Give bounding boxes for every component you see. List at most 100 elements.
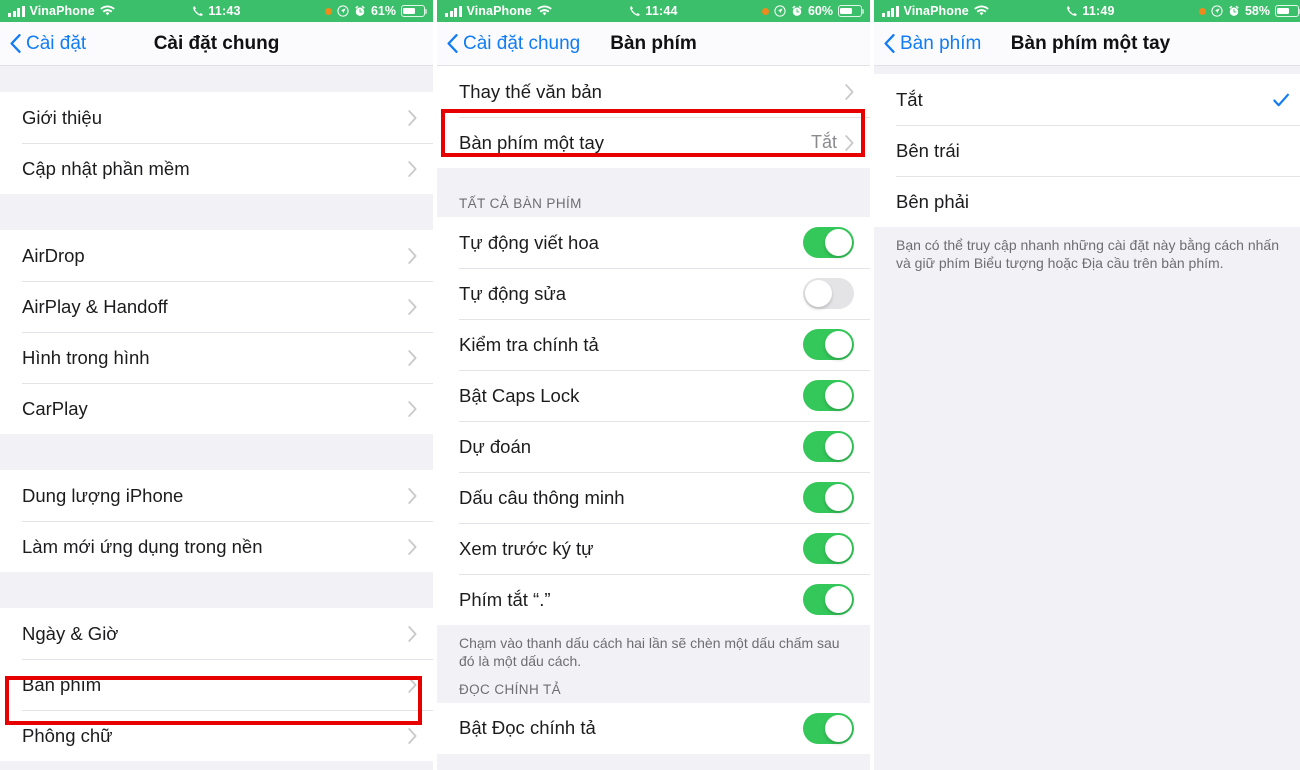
toggle-phim-tat-dot[interactable] bbox=[803, 584, 854, 615]
back-button-label: Cài đặt chung bbox=[463, 32, 581, 54]
section-spacer bbox=[0, 194, 433, 230]
toggle-kiem-tra-chinh-ta[interactable] bbox=[803, 329, 854, 360]
toggle-du-doan[interactable] bbox=[803, 431, 854, 462]
back-button[interactable]: Bàn phím bbox=[884, 33, 981, 55]
row-label: Ngày & Giờ bbox=[22, 622, 119, 644]
status-bar: VinaPhone 11:49 58% bbox=[874, 0, 1300, 22]
row-airdrop[interactable]: AirDrop bbox=[0, 230, 433, 281]
status-right: 61% bbox=[324, 4, 428, 18]
row-xem-truoc-ky-tu[interactable]: Xem trước ký tự bbox=[437, 523, 870, 574]
option-ben-trai[interactable]: Bên trái bbox=[874, 125, 1300, 176]
three-phone-screenshots: VinaPhone 11:43 61% Cài đặt Cài đặt chun… bbox=[0, 0, 1300, 770]
row-label: Hình trong hình bbox=[22, 346, 150, 368]
section-header-dictation: ĐỌC CHÍNH TẢ bbox=[437, 674, 870, 703]
chevron-right-icon bbox=[408, 349, 417, 366]
section-header-all-keyboards: TẤT CẢ BÀN PHÍM bbox=[437, 168, 870, 217]
row-ban-phim[interactable]: Bàn phím bbox=[0, 659, 433, 710]
chevron-right-icon bbox=[408, 109, 417, 126]
screen-keyboard-settings: VinaPhone 11:44 60% Cài đặt chung Bàn ph… bbox=[437, 0, 870, 770]
row-gioi-thieu[interactable]: Giới thiệu bbox=[0, 92, 433, 143]
wifi-icon bbox=[537, 5, 552, 17]
row-label: Phông chữ bbox=[22, 724, 113, 746]
status-left: VinaPhone bbox=[8, 4, 115, 18]
row-label: Giới thiệu bbox=[22, 106, 102, 128]
toggle-bat-doc-chinh-ta[interactable] bbox=[803, 712, 854, 744]
row-label: Dự đoán bbox=[459, 435, 532, 457]
option-ben-phai[interactable]: Bên phải bbox=[874, 176, 1300, 227]
toggle-dau-cau-thong-minh[interactable] bbox=[803, 482, 854, 513]
row-ngay-gio[interactable]: Ngày & Giờ bbox=[0, 608, 433, 659]
back-button-label: Bàn phím bbox=[900, 32, 982, 54]
orange-dot-icon bbox=[1198, 7, 1206, 15]
status-right: 58% bbox=[1198, 4, 1300, 18]
option-label: Bên trái bbox=[896, 139, 960, 161]
nav-bar: Bàn phím Bàn phím một tay bbox=[874, 22, 1300, 66]
battery-icon bbox=[838, 5, 865, 17]
row-tu-dong-sua[interactable]: Tự động sửa bbox=[437, 268, 870, 319]
row-kiem-tra-chinh-ta[interactable]: Kiểm tra chính tả bbox=[437, 319, 870, 370]
settings-list[interactable]: Giới thiệu Cập nhật phần mềm AirDrop Air… bbox=[0, 66, 433, 770]
location-arrow-icon bbox=[337, 5, 349, 17]
footer-note-period-shortcut: Chạm vào thanh dấu cách hai lần sẽ chèn … bbox=[437, 625, 870, 675]
option-label: Tắt bbox=[896, 88, 923, 110]
carrier-label: VinaPhone bbox=[466, 4, 532, 18]
battery-percent-label: 60% bbox=[807, 4, 833, 18]
alarm-clock-icon bbox=[1228, 5, 1240, 17]
row-phim-tat-dot[interactable]: Phím tắt “.” bbox=[437, 574, 870, 625]
row-dau-cau-thong-minh[interactable]: Dấu câu thông minh bbox=[437, 472, 870, 523]
checkmark-icon bbox=[1273, 93, 1289, 106]
toggle-tu-dong-viet-hoa[interactable] bbox=[803, 227, 854, 258]
row-du-doan[interactable]: Dự đoán bbox=[437, 421, 870, 472]
row-carplay[interactable]: CarPlay bbox=[0, 383, 433, 434]
signal-bars-icon bbox=[445, 5, 462, 17]
chevron-right-icon bbox=[408, 625, 417, 642]
toggle-bat-caps-lock[interactable] bbox=[803, 380, 854, 411]
row-lam-moi-ung-dung[interactable]: Làm mới ứng dụng trong nền bbox=[0, 521, 433, 572]
row-airplay-handoff[interactable]: AirPlay & Handoff bbox=[0, 281, 433, 332]
chevron-left-icon bbox=[10, 34, 21, 53]
row-tu-dong-viet-hoa[interactable]: Tự động viết hoa bbox=[437, 217, 870, 268]
settings-group-storage: Dung lượng iPhone Làm mới ứng dụng trong… bbox=[0, 470, 433, 572]
row-bat-caps-lock[interactable]: Bật Caps Lock bbox=[437, 370, 870, 421]
one-handed-options-list[interactable]: Tắt Bên trái Bên phải Bạn có thể truy cậ… bbox=[874, 66, 1300, 770]
row-thay-the-van-ban[interactable]: Thay thế văn bản bbox=[437, 66, 870, 117]
status-left: VinaPhone bbox=[445, 4, 552, 18]
row-ban-phim-mot-tay[interactable]: Bàn phím một tay Tắt bbox=[437, 117, 870, 168]
nav-bar: Cài đặt Cài đặt chung bbox=[0, 22, 433, 66]
chevron-left-icon bbox=[884, 34, 895, 53]
row-label: Làm mới ứng dụng trong nền bbox=[22, 535, 263, 557]
group-dictation: Bật Đọc chính tả bbox=[437, 702, 870, 754]
keyboard-settings-list[interactable]: Thay thế văn bản Bàn phím một tay Tắt TẤ… bbox=[437, 66, 870, 770]
nav-bar: Cài đặt chung Bàn phím bbox=[437, 22, 870, 66]
section-spacer bbox=[0, 434, 433, 470]
screen-one-handed-keyboard: VinaPhone 11:49 58% Bàn phím Bàn phím mộ… bbox=[874, 0, 1300, 770]
group-keyboard-toggles: Tự động viết hoa Tự động sửa Kiểm tra ch… bbox=[437, 217, 870, 625]
row-bat-doc-chinh-ta[interactable]: Bật Đọc chính tả bbox=[437, 702, 870, 754]
alarm-clock-icon bbox=[791, 5, 803, 17]
alarm-clock-icon bbox=[354, 5, 366, 17]
row-hinh-trong-hinh[interactable]: Hình trong hình bbox=[0, 332, 433, 383]
row-label: Dấu câu thông minh bbox=[459, 486, 625, 508]
row-label: Kiểm tra chính tả bbox=[459, 333, 599, 355]
row-dung-luong-iphone[interactable]: Dung lượng iPhone bbox=[0, 470, 433, 521]
back-button[interactable]: Cài đặt chung bbox=[447, 33, 580, 55]
chevron-right-icon bbox=[408, 487, 417, 504]
option-tat[interactable]: Tắt bbox=[874, 74, 1300, 125]
wifi-icon bbox=[100, 5, 115, 17]
back-button[interactable]: Cài đặt bbox=[10, 33, 86, 55]
status-time: 11:44 bbox=[645, 4, 678, 18]
row-phong-chu[interactable]: Phông chữ bbox=[0, 710, 433, 761]
battery-icon bbox=[1275, 5, 1300, 17]
battery-percent-label: 58% bbox=[1244, 4, 1270, 18]
orange-dot-icon bbox=[324, 7, 332, 15]
row-label: CarPlay bbox=[22, 397, 88, 419]
phone-call-icon bbox=[192, 5, 204, 17]
toggle-xem-truoc-ky-tu[interactable] bbox=[803, 533, 854, 564]
toggle-tu-dong-sua[interactable] bbox=[803, 278, 854, 309]
row-cap-nhat-phan-mem[interactable]: Cập nhật phần mềm bbox=[0, 143, 433, 194]
row-label: Phím tắt “.” bbox=[459, 588, 551, 610]
status-time: 11:49 bbox=[1082, 4, 1115, 18]
phone-call-icon bbox=[629, 5, 641, 17]
row-label: Tự động viết hoa bbox=[459, 231, 599, 253]
screen-general-settings: VinaPhone 11:43 61% Cài đặt Cài đặt chun… bbox=[0, 0, 433, 770]
